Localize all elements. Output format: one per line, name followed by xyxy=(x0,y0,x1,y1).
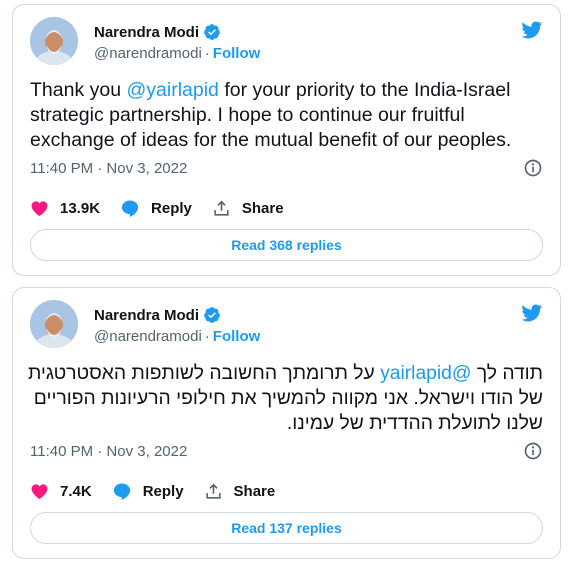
share-label: Share xyxy=(233,482,276,500)
info-icon[interactable] xyxy=(523,158,543,178)
separator-dot: · xyxy=(204,45,210,62)
timestamp-link[interactable]: 11:40 PM · Nov 3, 2022 xyxy=(30,160,187,177)
reply-button[interactable]: Reply xyxy=(120,198,192,218)
reply-label: Reply xyxy=(151,199,192,217)
like-count: 13.9K xyxy=(60,199,101,217)
author-handle[interactable]: @narendramodi xyxy=(94,328,202,345)
mention-link[interactable]: @yairlapid xyxy=(380,363,471,384)
share-button[interactable]: Share xyxy=(204,482,276,501)
read-replies-button[interactable]: Read 137 replies xyxy=(30,512,543,544)
reply-bubble-icon xyxy=(113,483,130,500)
tweet-text: Thank you @yairlapid for your priority t… xyxy=(30,78,546,153)
avatar[interactable] xyxy=(30,17,78,65)
info-icon[interactable] xyxy=(523,441,543,461)
heart-icon xyxy=(31,200,48,216)
author-name[interactable]: Narendra Modi xyxy=(94,307,199,324)
tweet-text-start: תודה לך xyxy=(471,363,543,384)
like-button[interactable]: 13.9K xyxy=(30,199,100,218)
follow-button[interactable]: Follow xyxy=(213,45,261,62)
twitter-bird-icon[interactable] xyxy=(519,19,544,41)
share-button[interactable]: Share xyxy=(212,199,284,218)
share-icon xyxy=(205,483,221,499)
twitter-bird-icon[interactable] xyxy=(519,302,544,324)
separator-dot: · xyxy=(204,328,210,345)
reply-label: Reply xyxy=(142,482,184,500)
tweet-card[interactable]: Narendra Modi @narendramodi · Follow Thank… xyxy=(12,4,561,276)
author-handle[interactable]: @narendramodi xyxy=(94,45,202,62)
timestamp-link[interactable]: 11:40 PM · Nov 3, 2022 xyxy=(30,443,187,460)
reply-bubble-icon xyxy=(121,200,139,217)
share-icon xyxy=(214,200,229,216)
tweet-text: תודה לך @yairlapid על תרומתך החשובה לשות… xyxy=(27,361,543,436)
heart-icon xyxy=(31,483,48,499)
tweet-card[interactable]: Narendra Modi @narendramodi · Follow תודה … xyxy=(12,287,561,559)
like-count: 7.4K xyxy=(60,482,92,500)
share-label: Share xyxy=(241,199,284,217)
mention-link[interactable]: @yairlapid xyxy=(126,79,218,101)
reply-button[interactable]: Reply xyxy=(112,481,184,501)
avatar[interactable] xyxy=(30,300,78,348)
like-button[interactable]: 7.4K xyxy=(30,482,92,501)
author-name[interactable]: Narendra Modi xyxy=(94,24,199,41)
verified-badge-icon xyxy=(203,23,221,41)
verified-badge-icon xyxy=(203,306,221,324)
tweet-text-start: Thank you xyxy=(30,79,127,101)
read-replies-button[interactable]: Read 368 replies xyxy=(30,229,543,261)
follow-button[interactable]: Follow xyxy=(213,328,261,345)
